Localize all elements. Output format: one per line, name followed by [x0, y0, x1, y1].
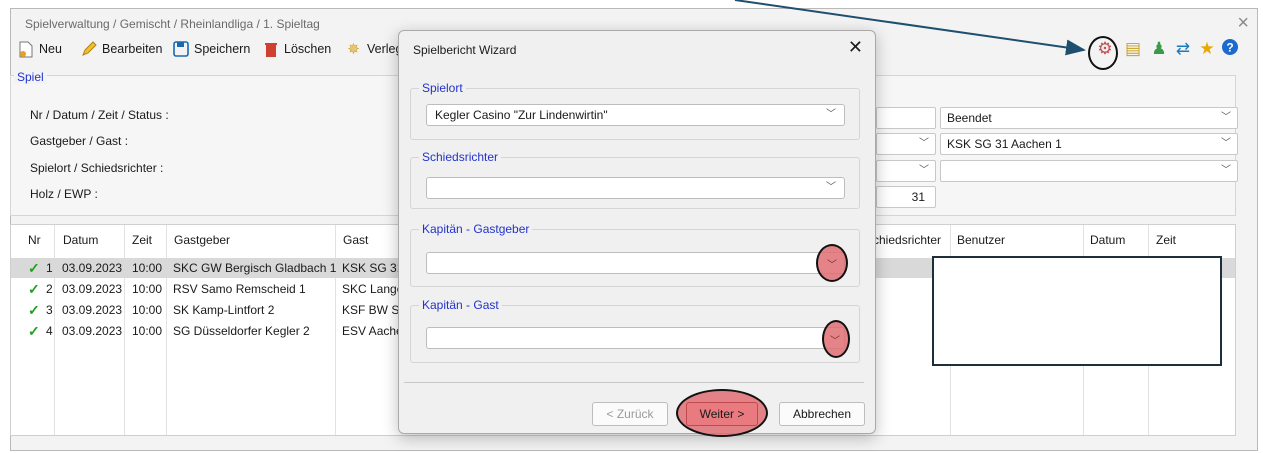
annotation-arrow [734, 0, 1086, 56]
